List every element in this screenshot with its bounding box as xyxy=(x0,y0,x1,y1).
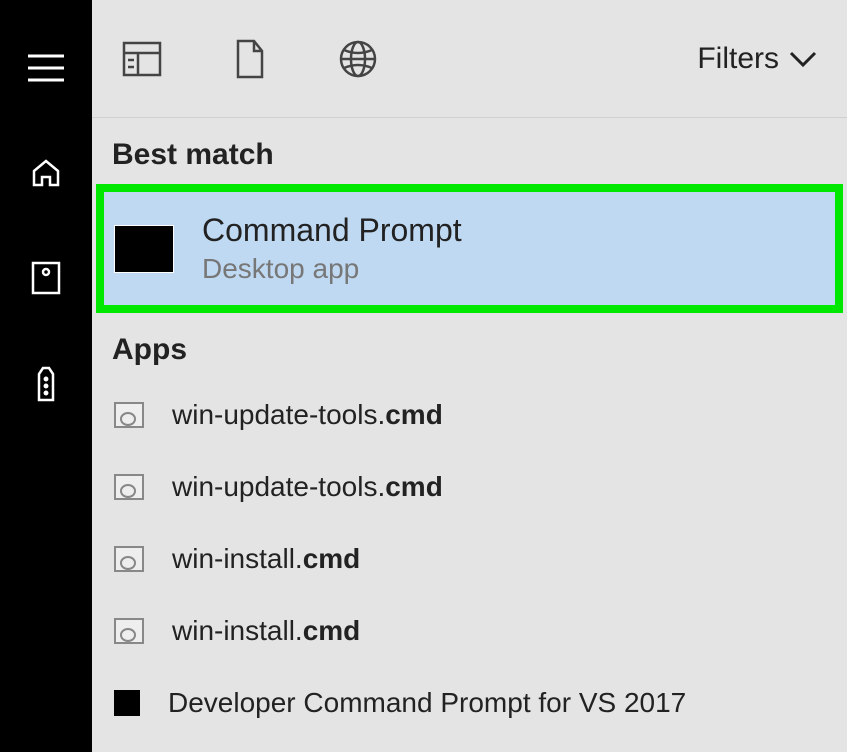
best-match-title: Command Prompt xyxy=(202,212,462,249)
apps-filter-button[interactable] xyxy=(122,39,162,79)
home-icon xyxy=(30,157,62,189)
filters-dropdown[interactable]: Filters xyxy=(697,42,817,76)
home-button[interactable] xyxy=(26,153,66,193)
chevron-down-icon xyxy=(789,51,817,67)
script-file-icon xyxy=(114,546,144,572)
search-results-panel: Filters Best match Command Prompt Deskto… xyxy=(92,0,847,752)
hamburger-menu-button[interactable] xyxy=(26,48,66,88)
app-result-label: win-update-tools.cmd xyxy=(172,471,443,503)
best-match-subtitle: Desktop app xyxy=(202,253,462,285)
recent-button[interactable] xyxy=(26,258,66,298)
apps-list: win-update-tools.cmd win-update-tools.cmd… xyxy=(92,379,847,739)
apps-heading: Apps xyxy=(92,313,847,379)
apps-icon xyxy=(122,41,162,77)
app-square-icon xyxy=(114,690,140,716)
app-result-label: Developer Command Prompt for VS 2017 xyxy=(168,687,686,719)
globe-icon xyxy=(339,40,377,78)
hamburger-icon xyxy=(28,54,64,82)
start-sidebar xyxy=(0,0,92,752)
app-result-label: win-install.cmd xyxy=(172,543,360,575)
documents-filter-button[interactable] xyxy=(230,39,270,79)
best-match-text: Command Prompt Desktop app xyxy=(202,212,462,285)
search-topbar: Filters xyxy=(92,0,847,118)
remote-icon xyxy=(35,364,57,402)
web-filter-button[interactable] xyxy=(338,39,378,79)
app-result-label: win-install.cmd xyxy=(172,615,360,647)
app-result-label: win-update-tools.cmd xyxy=(172,399,443,431)
app-result-item[interactable]: win-install.cmd xyxy=(92,595,847,667)
app-result-item[interactable]: win-install.cmd xyxy=(92,523,847,595)
best-match-result[interactable]: Command Prompt Desktop app xyxy=(96,184,843,313)
document-icon xyxy=(234,39,266,79)
remote-button[interactable] xyxy=(26,363,66,403)
app-result-item[interactable]: win-update-tools.cmd xyxy=(92,451,847,523)
script-file-icon xyxy=(114,618,144,644)
script-file-icon xyxy=(114,402,144,428)
filters-label: Filters xyxy=(697,42,779,76)
command-prompt-icon xyxy=(114,225,174,273)
app-result-item[interactable]: Developer Command Prompt for VS 2017 xyxy=(92,667,847,739)
best-match-heading: Best match xyxy=(92,118,847,184)
app-result-item[interactable]: win-update-tools.cmd xyxy=(92,379,847,451)
script-file-icon xyxy=(114,474,144,500)
recent-icon xyxy=(31,261,61,295)
